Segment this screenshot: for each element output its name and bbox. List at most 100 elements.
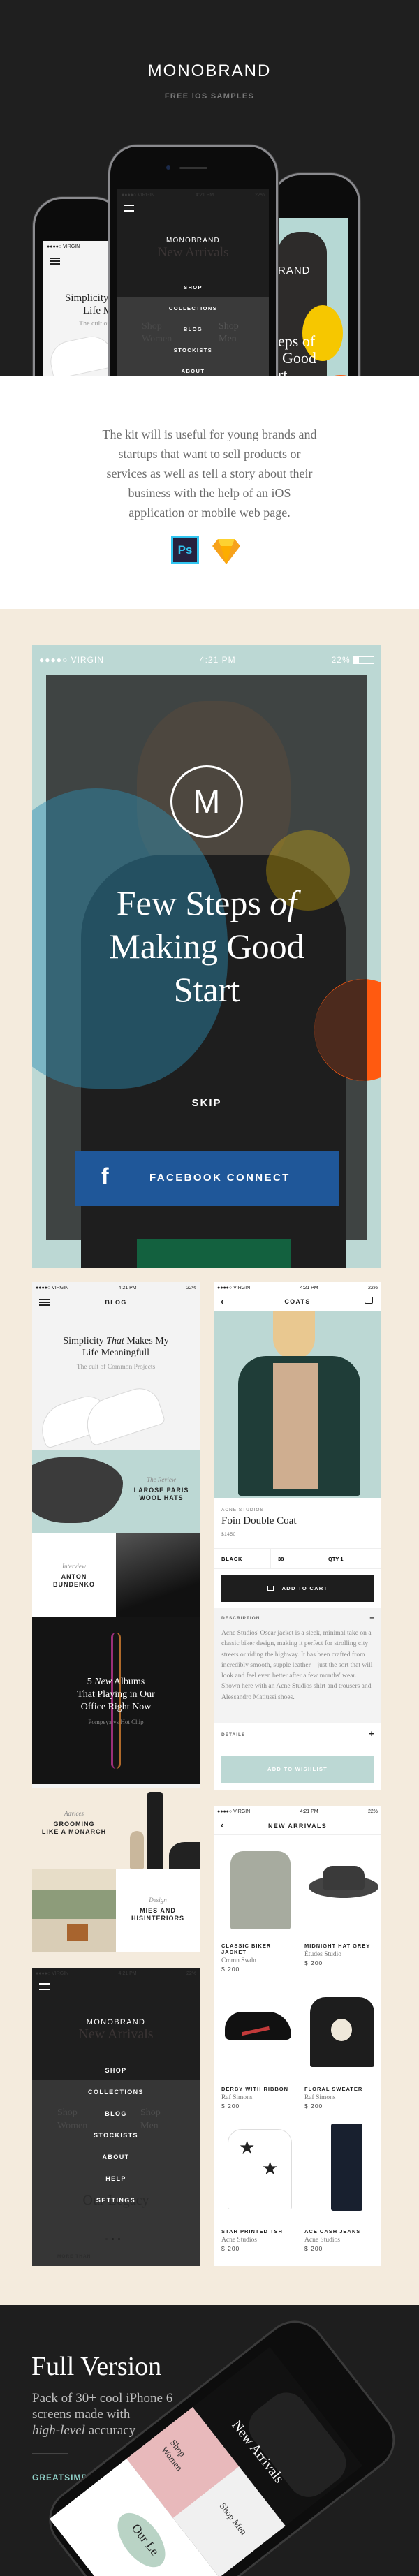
skip-button[interactable]: SKIP [32,1097,381,1109]
albums-card[interactable]: 5 New Albums That Playing in Our Office … [32,1617,200,1784]
interview-tag: Interview [62,1563,86,1570]
cart-icon[interactable] [184,1983,191,1989]
add-to-cart-label: ADD TO CART [281,1585,328,1591]
interview-card[interactable]: Interview ANTON BUNDENKO [32,1533,200,1617]
menu-item-shop[interactable]: SHOP [32,2067,200,2074]
brand-fragment: RAND [278,265,311,277]
subtitle-italic: high-level [32,2423,85,2438]
status-bar: ●●●●○ VIRGIN 4:21 PM 22% [32,645,381,675]
hat-image [32,1457,123,1523]
add-to-wishlist-button[interactable]: ADD TO WISHLIST [221,1756,374,1783]
details-label: DETAILS [221,1732,246,1737]
nav-title: COATS [284,1298,311,1305]
design-card[interactable]: Design MIES AND HISINTERIORS [116,1869,200,1952]
product-image [214,1311,381,1498]
description-text: Acne Studios' Oscar jacket is a sleek, m… [221,1629,373,1701]
title-italic: That [106,1336,124,1346]
description-toggle[interactable]: DESCRIPTION [221,1616,260,1621]
review-card[interactable]: The Review LAROSE PARIS WOOL HATS [32,1450,200,1533]
hamburger-icon [50,258,60,265]
title-part: Albums [113,1677,145,1687]
carrier-label: ●●●●○ VIRGIN [36,1971,69,1976]
menu-brand: MONOBRAND [166,237,220,244]
albums-subtitle: Pompeya vs Hot Chip [88,1718,144,1725]
product-brand: Acne Studios [304,2237,340,2244]
product-card[interactable]: DERBY WITH RIBBON Raf Simons $ 200 [221,2086,297,2110]
battery-label: 22% [331,655,351,665]
menu-item-stockists[interactable]: STOCKISTS [117,347,269,353]
hat-crown [323,1866,365,1890]
design-title: MIES AND [140,1907,176,1914]
menu-item-about[interactable]: ABOUT [32,2154,200,2161]
battery-label: 22% [186,1285,196,1290]
product-card[interactable]: MIDNIGHT HAT GREY Études Studio $ 200 [304,1943,377,1967]
add-to-cart-button[interactable]: ADD TO CART [221,1575,374,1602]
carrier-label: ●●●●○ VIRGIN [39,655,104,665]
right-phone-line-2: Good [282,349,316,367]
details-row[interactable]: DETAILS + [214,1723,381,1746]
advices-title: LIKE A MONARCH [41,1828,107,1835]
advices-card[interactable]: Advices GROOMING LIKE A MONARCH [32,1810,116,1836]
hamburger-icon[interactable] [39,1983,50,1990]
time-label: 4:21 PM [300,1285,318,1290]
menu-item-collections[interactable]: COLLECTIONS [32,2089,200,2096]
intro-line: services as well as tell a story about t… [106,466,313,480]
collapse-icon[interactable]: – [369,1612,374,1622]
pagination-dots[interactable] [112,2238,114,2240]
menu-item-help[interactable]: HELP [32,2175,200,2182]
title-part: 5 [87,1677,92,1687]
intro-section: The kit will is useful for young brands … [0,376,419,609]
splash-screen: ●●●●○ VIRGIN 4:21 PM 22% M Few Steps of … [32,645,381,1268]
options-row: BLACK 38 QTY 1 [214,1548,381,1569]
status-bar: ●●●●○ VIRGIN 4:21 PM 22% [214,1282,381,1293]
ghost-heading: New Arrivals [157,245,229,260]
review-tag: The Review [147,1476,176,1483]
biker-jacket-image [230,1851,291,1929]
menu-screen: ●●●●○ VIRGIN 4:21 PM 22% New Arrivals MONO… [32,1968,200,2266]
product-card[interactable]: FLORAL SWEATER Raf Simons $ 200 [304,2086,377,2110]
facebook-connect-label: FACEBOOK CONNECT [149,1172,291,1184]
brand-logo: M [170,765,243,838]
menu-item-stockists[interactable]: STOCKISTS [32,2132,200,2139]
time-label: 4:21 PM [300,1809,318,1814]
left-phone-subtitle: The cult of [79,320,110,327]
ghost-more: MORE THAN [57,2254,91,2259]
product-card[interactable]: ACE CASH JEANS Acne Studios $ 200 [304,2228,377,2253]
product-card[interactable]: CLASSIC BIKER JACKET Cmmn Swdn $ 200 [221,1943,297,1973]
hamburger-icon[interactable] [124,205,134,212]
jeans-image [331,2124,362,2211]
rotated-phone-mockup: New Arrivals Shop Women Shop Men Our Le [36,2308,408,2576]
battery-indicator: 22% [332,655,374,665]
review-title: LAROSE PARIS [133,1487,189,1494]
star-tshirt-image: ★ ★ [228,2129,292,2209]
title-italic: New [94,1677,112,1687]
menu-item-blog[interactable]: BLOG [117,326,269,332]
menu-item-about[interactable]: ABOUT [117,368,269,374]
size-select[interactable]: 38 [271,1549,321,1568]
cart-icon[interactable] [365,1297,373,1304]
color-select[interactable]: BLACK [214,1549,271,1568]
blog-hero-title[interactable]: Simplicity That Makes My Life Meaningful… [32,1335,200,1359]
product-card[interactable]: STAR PRINTED TSH Acne Studios $ 200 [221,2228,297,2253]
product-brand: Raf Simons [221,2094,253,2101]
facebook-connect-button[interactable]: f FACEBOOK CONNECT [75,1151,339,1206]
right-phone-mockup: RAND eps of Good rt [271,173,360,376]
center-phone-mockup: ●●●●○ VIRGIN 4:21 PM 22% MONOBRAND New Arr… [108,145,278,376]
pomade-jar-image [169,1842,200,1869]
menu-item-settings[interactable]: SETTINGS [32,2197,200,2204]
menu-item-shop[interactable]: SHOP [117,284,269,290]
title-part: Makes My [126,1336,169,1346]
blog-screen-continued: Advices GROOMING LIKE A MONARCH Design M… [32,1788,200,1952]
intro-line: The kit will is useful for young brands … [102,427,317,441]
hero-title: MONOBRAND [147,61,272,80]
menu-item-collections[interactable]: COLLECTIONS [117,305,269,311]
quantity-select[interactable]: QTY 1 [321,1549,381,1568]
chair-image [67,1924,88,1941]
expand-icon: + [369,1728,374,1739]
menu-item-blog[interactable]: BLOG [32,2110,200,2117]
ghost-shop-men: Shop Men [219,321,239,344]
time-label: 4:21 PM [118,1285,137,1290]
product-name: ACE CASH JEANS [304,2228,361,2235]
title-italic: of [270,883,297,922]
title-line-3: Start [173,970,240,1009]
